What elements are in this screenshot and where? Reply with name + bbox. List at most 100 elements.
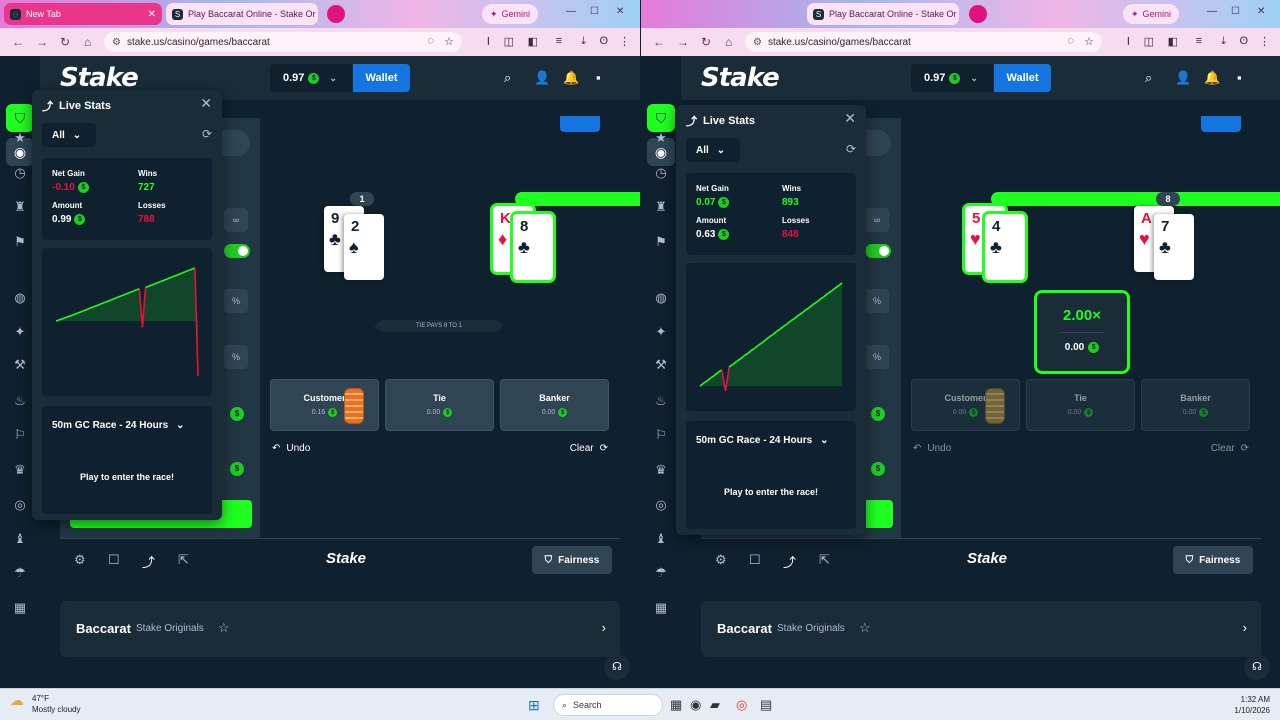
- sidebar-slots-icon[interactable]: ⚒: [653, 357, 669, 373]
- theatre-mode-icon[interactable]: ☐: [749, 552, 761, 568]
- bookmark-star-icon[interactable]: ☆: [1084, 35, 1094, 48]
- sidebar-favourites-icon[interactable]: ★: [12, 130, 28, 146]
- playlist-icon[interactable]: ≡: [1196, 35, 1202, 47]
- puzzle-icon[interactable]: ◫: [1144, 35, 1154, 48]
- sidebar-recent-icon[interactable]: ◷: [12, 165, 28, 181]
- site-info-icon[interactable]: ⚙: [753, 37, 762, 48]
- gemini-button[interactable]: ✦ Gemini: [482, 4, 539, 24]
- eye-off-icon[interactable]: ◌: [427, 35, 434, 47]
- chevron-right-icon[interactable]: ›: [1243, 620, 1247, 635]
- widgets-app-icon[interactable]: ▦: [670, 697, 682, 713]
- theatre-mode-icon[interactable]: ☐: [108, 552, 120, 568]
- more-menu-icon[interactable]: ⋮: [1259, 35, 1270, 48]
- casino-shield-icon[interactable]: ⛉: [6, 104, 34, 132]
- sidebar-live-casino-icon[interactable]: ⚐: [653, 427, 669, 443]
- sidebar-promotions-icon[interactable]: ◎: [653, 497, 669, 513]
- home-icon[interactable]: ⌂: [84, 35, 91, 49]
- sidebar-new-releases-icon[interactable]: ✦: [653, 324, 669, 340]
- clear-button[interactable]: Clear ⟳: [570, 443, 608, 454]
- puzzle-icon[interactable]: ◫: [504, 35, 514, 48]
- user-icon[interactable]: 👤: [1175, 70, 1191, 86]
- file-app-icon[interactable]: ▰: [710, 697, 720, 713]
- sidebar-new-releases-icon[interactable]: ✦: [12, 324, 28, 340]
- sidebar-challenges-icon[interactable]: ♜: [653, 199, 669, 215]
- extension-icon[interactable]: Ⅰ: [1127, 35, 1130, 48]
- popout-icon[interactable]: ⇱: [819, 552, 830, 568]
- percent-icon[interactable]: %: [224, 345, 248, 369]
- sidebar-slots-icon[interactable]: ⚒: [12, 357, 28, 373]
- sidebar-originals-icon[interactable]: ◍: [653, 290, 669, 306]
- mickey-icon[interactable]: ʘ: [1239, 35, 1248, 47]
- maximize-icon[interactable]: ☐: [590, 6, 599, 17]
- sidebar-grid-icon[interactable]: ▦: [12, 600, 28, 616]
- percent-icon[interactable]: %: [865, 289, 889, 313]
- browser-tab[interactable]: ◌ New Tab ✕: [4, 3, 162, 25]
- settings-icon[interactable]: ⚙: [74, 552, 86, 568]
- chrome-app-icon[interactable]: ◎: [736, 697, 747, 713]
- gemini-button[interactable]: ✦ Gemini: [1123, 4, 1180, 24]
- chevron-right-icon[interactable]: ›: [602, 620, 606, 635]
- more-menu-icon[interactable]: ⋮: [619, 35, 630, 48]
- back-icon[interactable]: ←: [653, 35, 665, 49]
- extension-icon[interactable]: Ⅰ: [487, 35, 490, 48]
- bet-zone-tie[interactable]: Tie 0.00 $: [385, 379, 494, 431]
- extension-icon[interactable]: ◧: [528, 35, 538, 48]
- system-clock[interactable]: 1:32 AM 1/10/2026: [1234, 694, 1270, 716]
- mickey-icon[interactable]: ʘ: [599, 35, 608, 47]
- back-icon[interactable]: ←: [12, 35, 24, 49]
- chat-icon[interactable]: ▪: [1237, 70, 1242, 85]
- stats-filter-select[interactable]: All ⌄: [42, 123, 96, 147]
- url-field[interactable]: ⚙ stake.us/casino/games/baccarat: [745, 32, 1102, 52]
- url-field[interactable]: ⚙ stake.us/casino/games/baccarat: [104, 32, 462, 52]
- popout-icon[interactable]: ⇱: [178, 552, 189, 568]
- stake-logo[interactable]: Stake: [701, 63, 780, 93]
- close-icon[interactable]: ✕: [200, 95, 212, 112]
- playlist-icon[interactable]: ≡: [556, 35, 562, 47]
- bet-zone-banker[interactable]: Banker 0.00 $: [500, 379, 609, 431]
- sidebar-grid-icon[interactable]: ▦: [653, 600, 669, 616]
- sidebar-my-bets-icon[interactable]: ⚑: [653, 234, 669, 250]
- race-selector[interactable]: 50m GC Race - 24 Hours ⌄: [696, 435, 829, 446]
- forward-icon[interactable]: →: [677, 35, 689, 49]
- download-icon[interactable]: ⤓: [581, 35, 586, 48]
- favourite-star-icon[interactable]: ☆: [859, 620, 871, 636]
- bet-zone-customer[interactable]: Customer 0.00 $: [911, 379, 1020, 431]
- home-icon[interactable]: ⌂: [725, 35, 732, 49]
- sidebar-challenges-icon[interactable]: ♜: [12, 199, 28, 215]
- profile-dot-icon[interactable]: [327, 5, 345, 23]
- maximize-icon[interactable]: ☐: [1231, 6, 1240, 17]
- fairness-button[interactable]: ⛉ Fairness: [532, 546, 612, 574]
- bet-zone-banker[interactable]: Banker 0.00 $: [1141, 379, 1250, 431]
- game-info-bar[interactable]: Baccarat Stake Originals ☆ ›: [60, 601, 620, 657]
- bell-icon[interactable]: 🔔: [563, 70, 579, 86]
- sidebar-live-casino-icon[interactable]: ⚐: [12, 427, 28, 443]
- balance-selector[interactable]: 0.97 $ ⌄: [270, 64, 352, 92]
- search-icon[interactable]: ⌕: [1145, 70, 1152, 86]
- sidebar-originals-icon[interactable]: ◍: [12, 290, 28, 306]
- sidebar-promotions-icon[interactable]: ◎: [12, 497, 28, 513]
- search-icon[interactable]: ⌕: [504, 70, 511, 86]
- live-stats-icon[interactable]: ⤴: [783, 552, 796, 571]
- minimize-icon[interactable]: —: [1207, 6, 1217, 17]
- wallet-button[interactable]: Wallet: [994, 64, 1051, 92]
- race-selector[interactable]: 50m GC Race - 24 Hours ⌄: [52, 420, 185, 431]
- game-info-bar[interactable]: Baccarat Stake Originals ☆ ›: [701, 601, 1261, 657]
- undo-button[interactable]: ↶ Undo: [272, 443, 310, 454]
- pinned-app-icon[interactable]: ▤: [760, 697, 772, 713]
- site-info-icon[interactable]: ⚙: [112, 37, 121, 48]
- eye-off-icon[interactable]: ◌: [1067, 35, 1074, 47]
- infinity-icon[interactable]: ∞: [865, 208, 889, 232]
- stats-filter-select[interactable]: All ⌄: [686, 138, 740, 162]
- browser-tab[interactable]: S Play Baccarat Online - Stake Or ✕: [166, 3, 318, 25]
- stake-logo[interactable]: Stake: [60, 63, 139, 93]
- sidebar-umbrella-icon[interactable]: ☂: [653, 565, 669, 581]
- sidebar-chess-icon[interactable]: ♝: [12, 531, 28, 547]
- sidebar-umbrella-icon[interactable]: ☂: [12, 565, 28, 581]
- favourite-star-icon[interactable]: ☆: [218, 620, 230, 636]
- bet-zone-tie[interactable]: Tie 0.00 $: [1026, 379, 1135, 431]
- sidebar-chess-icon[interactable]: ♝: [653, 531, 669, 547]
- extension-icon[interactable]: ◧: [1168, 35, 1178, 48]
- taskbar-search[interactable]: ⌕ Search: [553, 694, 663, 716]
- casino-shield-icon[interactable]: ⛉: [647, 104, 675, 132]
- football-app-icon[interactable]: ◉: [690, 697, 701, 713]
